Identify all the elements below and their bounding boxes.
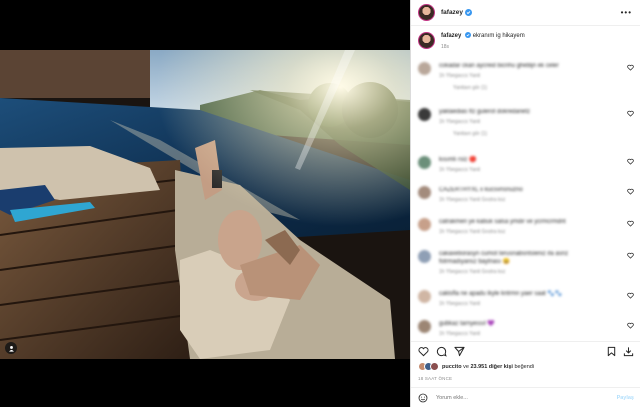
- likes-count-link[interactable]: 23.951 diğer kişi: [470, 364, 513, 370]
- verified-badge-icon: [465, 32, 472, 39]
- post-photo[interactable]: [0, 50, 410, 359]
- comment-text: CAZERTHYXL x kucsvnsnuzno: [439, 187, 523, 193]
- comment-meta[interactable]: 1h Ybegaccs Yanit: [439, 167, 634, 173]
- list-item: cakisfla ne apadu ikyle kntrmn yaer saat…: [418, 290, 634, 307]
- heart-icon[interactable]: [627, 64, 634, 71]
- bookmark-icon[interactable]: [606, 346, 617, 357]
- comment-text: kısımlı rsiz 🔴: [439, 157, 477, 163]
- post-media: [0, 0, 410, 407]
- comment-meta[interactable]: 1h Ybegaccs Yanit Gostra ksz: [439, 229, 634, 235]
- avatar[interactable]: [430, 362, 439, 371]
- send-icon[interactable]: [454, 346, 465, 357]
- post-timestamp: 18 SAAT ÖNCE: [418, 376, 453, 381]
- instagram-post-view: fafazey ••• fafazey ekranım ig hikayem 1…: [0, 0, 640, 407]
- caption-time: 18s: [441, 44, 450, 50]
- list-item: cakaxeborasyn cumot terusnabsntsleniz if…: [418, 250, 634, 275]
- avatar[interactable]: [418, 108, 431, 121]
- list-item: gubkaz tarnyessıl 💜 1h Ybegaccs Yanit: [418, 320, 634, 337]
- comment-text: catrakmen ye kabuk salsa ymdir ve ycrmcr…: [439, 219, 566, 225]
- first-liker[interactable]: puccito: [442, 364, 462, 370]
- avatar[interactable]: [418, 4, 435, 21]
- view-replies-link[interactable]: Yanitaın gör (1): [453, 131, 634, 137]
- comment-input[interactable]: [436, 394, 617, 401]
- view-replies-link[interactable]: Yanitaın gör (1): [453, 85, 634, 91]
- comment-meta[interactable]: 1h Ybegaccs Yanit: [439, 331, 634, 337]
- caption-text: ekranım ig hikayem: [472, 33, 525, 39]
- avatar[interactable]: [418, 156, 431, 169]
- comment-meta[interactable]: 1h Ybegaccs Yanit: [439, 301, 634, 307]
- avatar[interactable]: [418, 218, 431, 231]
- heart-icon[interactable]: [627, 292, 634, 299]
- comment-icon[interactable]: [436, 346, 447, 357]
- list-item: kısımlı rsiz 🔴 1h Ybegaccs Yanit: [418, 156, 634, 173]
- smile-icon[interactable]: [418, 393, 428, 403]
- more-icon[interactable]: •••: [621, 8, 632, 17]
- heart-icon[interactable]: [627, 220, 634, 227]
- avatar[interactable]: [418, 186, 431, 199]
- heart-icon[interactable]: [627, 158, 634, 165]
- comment-text-cont: fotrmadıyansz baytnası 😀: [439, 259, 511, 265]
- user-tag-button[interactable]: [5, 342, 17, 354]
- comment-meta[interactable]: 1h Ybegaccs Yanit: [439, 73, 634, 79]
- heart-icon[interactable]: [627, 252, 634, 259]
- caption-username[interactable]: fafazey: [441, 33, 461, 39]
- avatar[interactable]: [418, 290, 431, 303]
- likes-text: puccito ve 23.951 diğer kişi beğendi: [442, 364, 534, 370]
- comment-list: cokadar ckan aycreid bicrihu ghebljn ek …: [411, 58, 640, 340]
- caption-avatar[interactable]: [418, 32, 435, 49]
- comment-text: cakisfla ne apadu ikyle kntrmn yaer saat…: [439, 291, 563, 297]
- post-header: fafazey •••: [411, 0, 640, 26]
- verified-badge-icon: [465, 9, 473, 16]
- list-item: yaklaedias ftz gulerot dokredanetz 1h Yb…: [418, 108, 634, 137]
- comment-meta[interactable]: 1h Ybegaccs Yanit Gostra ksz: [439, 269, 634, 275]
- heart-icon[interactable]: [627, 322, 634, 329]
- list-item: catrakmen ye kabuk salsa ymdir ve ycrmcr…: [418, 218, 634, 235]
- post-caption: fafazey ekranım ig hikayem 18s: [411, 26, 640, 50]
- person-icon: [8, 345, 14, 352]
- comments-panel: fafazey ••• fafazey ekranım ig hikayem 1…: [410, 0, 640, 407]
- heart-icon[interactable]: [627, 110, 634, 117]
- comment-meta[interactable]: 1h Ybegaccs Yanit Gostra ksz: [439, 197, 634, 203]
- comment-text: gubkaz tarnyessıl 💜: [439, 321, 495, 327]
- download-icon[interactable]: [623, 346, 634, 357]
- likes-summary: puccito ve 23.951 diğer kişi beğendi: [418, 362, 534, 371]
- comment-text: yaklaedias ftz gulerot dokredanetz: [439, 109, 531, 115]
- heart-icon[interactable]: [418, 346, 429, 357]
- author-username[interactable]: fafazey: [441, 9, 463, 16]
- likes-suffix: beğendi: [512, 363, 535, 370]
- avatar[interactable]: [418, 250, 431, 263]
- avatar[interactable]: [418, 320, 431, 333]
- list-item: cokadar ckan aycreid bicrihu ghebljn ek …: [418, 62, 634, 91]
- comment-meta[interactable]: 1h Ybegaccs Yanit: [439, 119, 634, 125]
- comment-text: cakaxeborasyn cumot terusnabsntsleniz if…: [439, 251, 569, 257]
- list-item: CAZERTHYXL x kucsvnsnuzno 1h Ybegaccs Ya…: [418, 186, 634, 203]
- add-comment-bar: Paylaş: [411, 387, 640, 407]
- post-comment-button[interactable]: Paylaş: [617, 395, 634, 401]
- heart-icon[interactable]: [627, 188, 634, 195]
- comment-text: cokadar ckan aycreid bicrihu ghebljn ek …: [439, 63, 559, 69]
- avatar[interactable]: [418, 62, 431, 75]
- post-actions: [411, 341, 640, 359]
